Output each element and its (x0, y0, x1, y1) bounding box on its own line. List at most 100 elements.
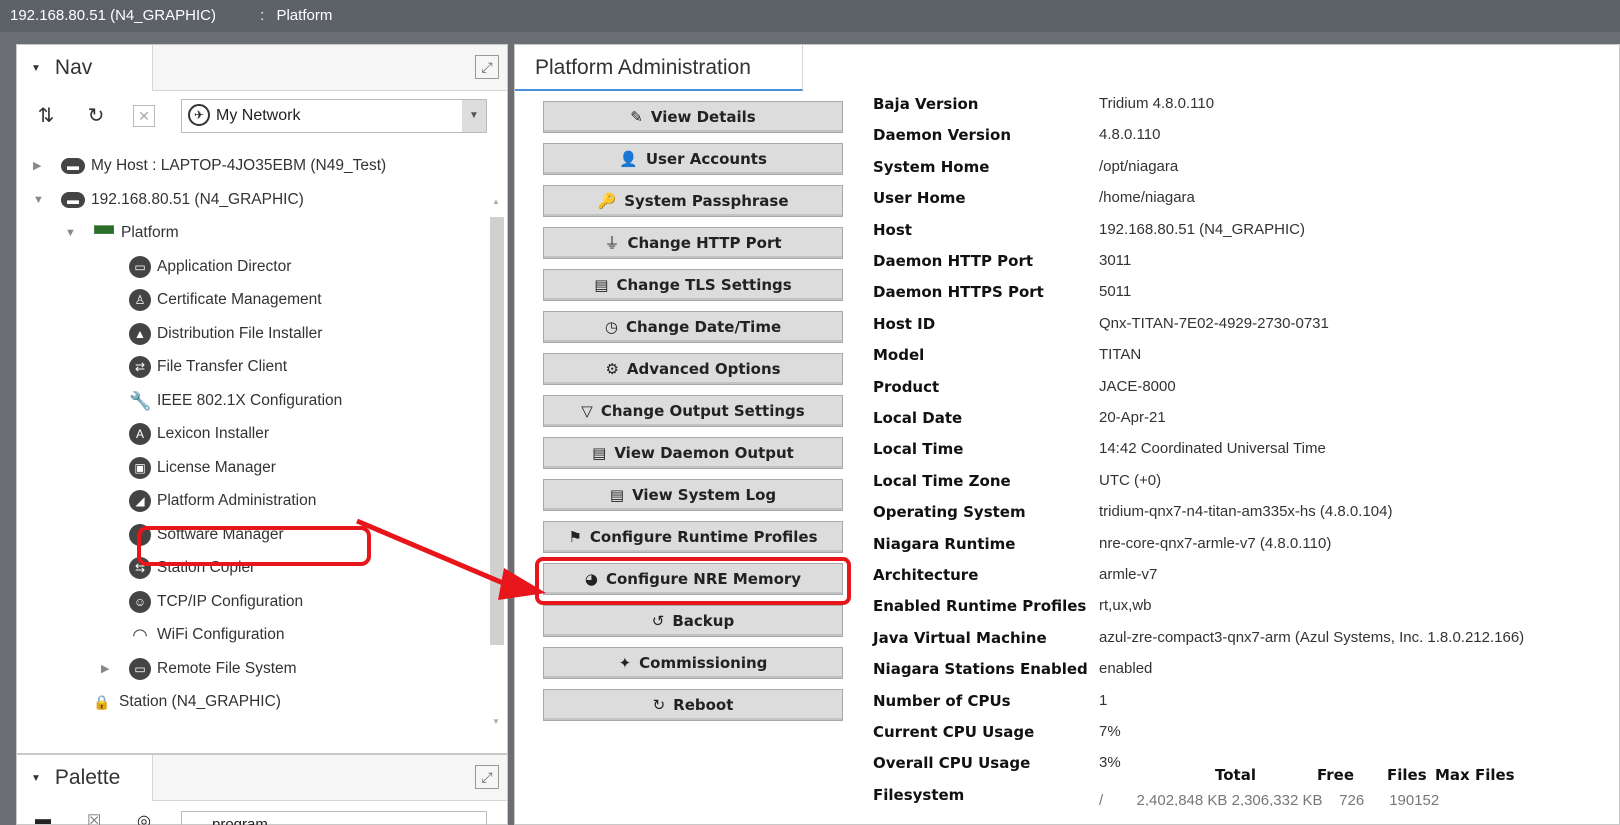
close-icon[interactable]: ☒ (87, 811, 101, 825)
installer-icon: ▲ (129, 322, 151, 345)
host-icon: ▬ (61, 191, 85, 208)
certificate-icon: ▤ (594, 276, 609, 294)
configure-runtime-profiles-button[interactable]: ⚑ Configure Runtime Profiles (543, 521, 843, 553)
tree-item-station[interactable]: 🔒 Station (N4_GRAPHIC) (91, 687, 281, 717)
property-value: /opt/niagara (1099, 157, 1179, 175)
network-select-value: My Network (216, 107, 301, 124)
tree-label: File Transfer Client (157, 358, 288, 375)
system-passphrase-button[interactable]: 🔑 System Passphrase (543, 185, 843, 217)
fs-row-partial: / 2,402,848 KB 2,306,332 KB 726 190152 (1099, 792, 1440, 806)
close-icon[interactable]: ✕ (133, 105, 155, 127)
change-tls-settings-button[interactable]: ▤ Change TLS Settings (543, 269, 843, 301)
property-value: armle-v7 (1099, 566, 1158, 583)
collapse-caret-icon[interactable]: ▼ (31, 773, 41, 784)
palette-tab[interactable]: ▼ Palette (17, 755, 153, 801)
tree-item-wifi-configuration[interactable]: ◠ WiFi Configuration (129, 620, 284, 650)
chevron-down-icon[interactable]: ▼ (462, 100, 486, 132)
tree-item-ieee-config[interactable]: 🔧 IEEE 802.1X Configuration (129, 386, 342, 416)
collapse-icon[interactable]: ▼ (65, 218, 76, 248)
title-separator: : (260, 7, 265, 24)
property-key: Enabled Runtime Profiles (873, 597, 1087, 616)
button-label: Reboot (673, 696, 734, 714)
change-date-time-button[interactable]: ◷ Change Date/Time (543, 311, 843, 343)
backup-button[interactable]: ↺ Backup (543, 605, 843, 637)
view-daemon-output-button[interactable]: ▤ View Daemon Output (543, 437, 843, 469)
tree-label: IEEE 802.1X Configuration (157, 392, 343, 409)
maximize-icon[interactable]: ⤢ (475, 55, 499, 79)
tab-label: Platform Administration (535, 56, 751, 79)
network-select[interactable]: ✈ My Network ▼ (181, 99, 487, 133)
license-icon: ▣ (129, 456, 151, 479)
property-key: Host (873, 220, 912, 239)
property-key: Local Time Zone (873, 471, 1011, 490)
folder-icon[interactable]: ▬ (35, 811, 51, 825)
search-icon[interactable]: ◎ (137, 811, 151, 825)
tree-item-platform[interactable]: ▼ ▀▀ Platform (65, 218, 179, 248)
document-icon: ▤ (592, 444, 607, 462)
sync-arrows-icon[interactable]: ⇅ (33, 103, 59, 129)
wrench-icon: 🔧 (129, 390, 152, 411)
property-key: Daemon Version (873, 126, 1011, 145)
tree-item-license-manager[interactable]: ▣ License Manager (129, 453, 276, 483)
expand-icon[interactable]: ▶ (33, 151, 41, 181)
nav-tab[interactable]: ▼ Nav (17, 45, 153, 91)
tab-platform-administration[interactable]: Platform Administration (515, 45, 803, 91)
tree-item-file-transfer-client[interactable]: ⇄ File Transfer Client (129, 352, 287, 382)
tree-label: Certificate Management (157, 291, 322, 308)
globe-icon: ✈ (188, 104, 210, 126)
tree-item-my-host[interactable]: ▶ ▬ My Host : LAPTOP-4JO35EBM (N49_Test) (33, 151, 386, 181)
tree-item-remote-file-system[interactable]: ▶ ▭ Remote File System (101, 654, 297, 684)
commissioning-button[interactable]: ✦ Commissioning (543, 647, 843, 679)
tcpip-icon: ☺ (129, 590, 151, 613)
button-label: Change Output Settings (600, 402, 805, 420)
property-value: 4.8.0.110 (1099, 126, 1161, 144)
collapse-caret-icon[interactable]: ▼ (31, 63, 41, 74)
property-key: Architecture (873, 566, 979, 584)
tree-label: My Host : LAPTOP-4JO35EBM (N49_Test) (91, 157, 387, 174)
tree-item-lexicon-installer[interactable]: A Lexicon Installer (129, 419, 269, 449)
button-label: View System Log (632, 486, 777, 504)
change-output-settings-button[interactable]: ▽ Change Output Settings (543, 395, 843, 427)
property-value: azul-zre-compact3-qnx7-arm (Azul Systems… (1099, 628, 1525, 646)
view-system-log-button[interactable]: ▤ View System Log (543, 479, 843, 511)
expand-icon[interactable]: ▶ (101, 654, 109, 684)
user-icon: 👤 (619, 150, 638, 168)
tree-label: Station (N4_GRAPHIC) (119, 693, 281, 710)
window-title: 192.168.80.51 (N4_GRAPHIC) (10, 7, 216, 24)
change-http-port-button[interactable]: ⏚ Change HTTP Port (543, 227, 843, 259)
tree-item-certificate-management[interactable]: ♙ Certificate Management (129, 285, 322, 315)
property-value: /home/niagara (1099, 189, 1195, 207)
tree-item-tcpip-configuration[interactable]: ☺ TCP/IP Configuration (129, 587, 303, 617)
remote-fs-icon: ▭ (129, 657, 151, 680)
reboot-button[interactable]: ↻ Reboot (543, 689, 843, 721)
advanced-options-button[interactable]: ⚙ Advanced Options (543, 353, 843, 385)
scroll-thumb[interactable] (490, 217, 504, 645)
file-transfer-icon: ⇄ (129, 355, 151, 378)
button-label: Change HTTP Port (627, 234, 782, 252)
tree-item-host-ip[interactable]: ▼ ▬ 192.168.80.51 (N4_GRAPHIC) (33, 185, 304, 215)
document-icon: ▤ (609, 486, 625, 504)
scroll-down-icon[interactable]: ▼ (492, 717, 500, 726)
user-accounts-button[interactable]: 👤 User Accounts (543, 143, 843, 175)
nav-scrollbar[interactable]: ▲ ▼ (487, 197, 507, 737)
button-label: View Daemon Output (614, 444, 794, 462)
title-bar: 192.168.80.51 (N4_GRAPHIC) : Platform (0, 0, 1620, 32)
tree-item-distribution-file-installer[interactable]: ▲ Distribution File Installer (129, 319, 322, 349)
scroll-up-icon[interactable]: ▲ (492, 197, 500, 206)
palette-select[interactable]: program (181, 811, 487, 825)
view-title: Platform (276, 7, 333, 24)
property-value: Qnx-TITAN-7E02-4929-2730-0731 (1099, 314, 1329, 332)
refresh-icon[interactable]: ↻ (83, 103, 109, 129)
tree-label: TCP/IP Configuration (157, 593, 304, 610)
maximize-icon[interactable]: ⤢ (475, 765, 499, 789)
property-key: System Home (873, 157, 990, 176)
view-details-button[interactable]: ✎ View Details (543, 101, 843, 133)
tree-label: Platform (121, 224, 179, 241)
nav-tree: ▶ ▬ My Host : LAPTOP-4JO35EBM (N49_Test) ▼… (17, 141, 479, 755)
collapse-icon[interactable]: ▼ (33, 185, 44, 215)
tree-item-application-director[interactable]: ▭ Application Director (129, 252, 291, 282)
palette-header: ▼ Palette ⤢ (17, 755, 507, 801)
property-value: 5011 (1099, 283, 1132, 301)
tree-item-platform-administration[interactable]: ◢ Platform Administration (129, 486, 316, 516)
property-key: Daemon HTTP Port (873, 252, 1034, 270)
